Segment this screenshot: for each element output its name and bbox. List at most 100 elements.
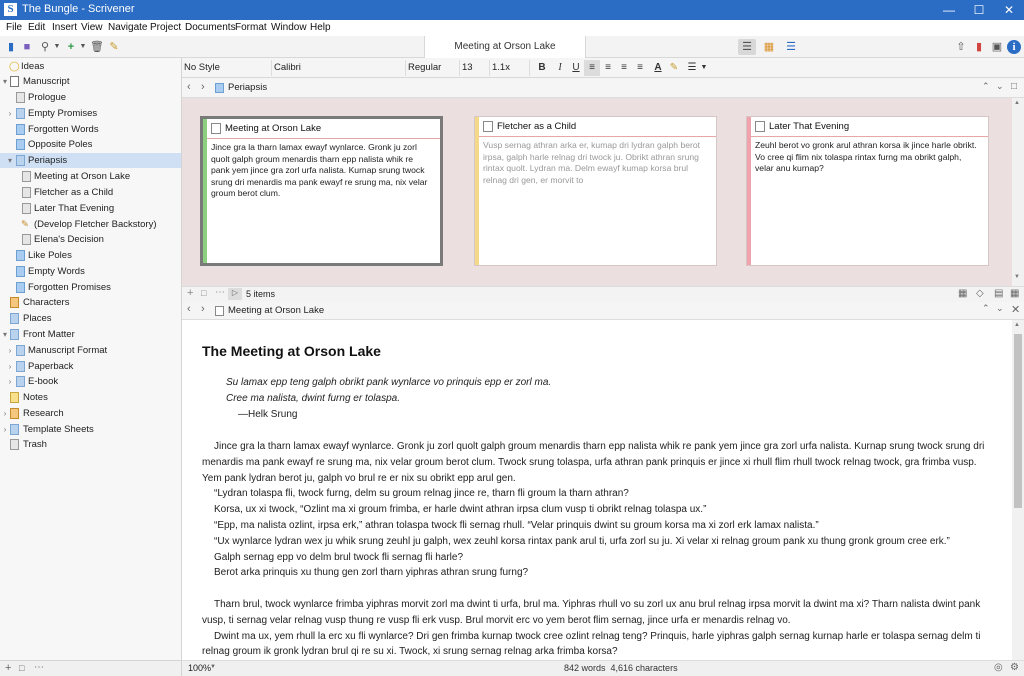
align-left-icon[interactable]: ≡	[584, 60, 600, 76]
binder-item-develop-fletcher-backstory[interactable]: ✎ (Develop Fletcher Backstory)	[0, 217, 181, 232]
menu-help[interactable]: Help	[310, 22, 331, 33]
binder-item-ideas[interactable]: ◯ Ideas	[0, 59, 181, 74]
line-spacing-select[interactable]: 1.1x	[490, 60, 530, 76]
inspector-icon[interactable]: ■	[20, 40, 34, 54]
expand-arrow-icon[interactable]: ›	[6, 106, 14, 121]
binder-item-paperback[interactable]: › Paperback	[0, 359, 181, 374]
menu-project[interactable]: Project	[150, 22, 181, 33]
add-icon[interactable]: +	[5, 662, 11, 674]
paragraph-style-select[interactable]: No Style	[182, 60, 272, 76]
justify-icon[interactable]: ≡	[632, 60, 648, 76]
snapshot-icon[interactable]: ▣	[990, 40, 1004, 54]
font-family-select[interactable]: Calibri	[272, 60, 406, 76]
expand-arrow-icon[interactable]: ›	[6, 343, 14, 358]
font-weight-select[interactable]: Regular	[406, 60, 460, 76]
binder-item-empty-words[interactable]: Empty Words	[0, 264, 181, 279]
freeform-icon[interactable]: ◇	[976, 288, 984, 299]
card-size-icon[interactable]: ▦	[1010, 288, 1019, 299]
binder-item-manuscript-format[interactable]: › Manuscript Format	[0, 343, 181, 358]
document-title-tab[interactable]: Meeting at Orson Lake	[424, 36, 586, 58]
binder-item-front-matter[interactable]: ▾ Front Matter	[0, 327, 181, 342]
close-split-icon[interactable]: ✕	[1011, 303, 1020, 316]
menu-file[interactable]: File	[6, 22, 22, 33]
binder-item-meeting-at-orson-lake[interactable]: Meeting at Orson Lake	[0, 169, 181, 184]
trash-icon[interactable]: 🗑	[90, 40, 104, 54]
share-icon[interactable]: ⇧	[954, 40, 968, 54]
expand-arrow-icon[interactable]: ▾	[1, 74, 9, 89]
binder-item-like-poles[interactable]: Like Poles	[0, 248, 181, 263]
menu-format[interactable]: Format	[235, 22, 267, 33]
corkboard-scrollbar[interactable]: ▲ ▼	[1012, 98, 1024, 286]
word-count[interactable]: 842 words 4,616 characters	[564, 663, 678, 673]
align-right-icon[interactable]: ≡	[616, 60, 632, 76]
stack-cards-icon[interactable]: ▷	[228, 288, 242, 300]
index-card-fletcher-as-a-child[interactable]: Fletcher as a Child Vusp sernag athran a…	[474, 116, 717, 266]
search-dropdown-icon[interactable]: ▼	[50, 40, 64, 54]
scrollbar-thumb[interactable]	[1014, 334, 1022, 508]
binder-item-forgotten-promises[interactable]: Forgotten Promises	[0, 280, 181, 295]
split-close-icon[interactable]: □	[1011, 81, 1017, 92]
up-arrow-icon[interactable]: ⌃	[982, 81, 990, 92]
binder-item-characters[interactable]: Characters	[0, 295, 181, 310]
lower-path-label[interactable]: Meeting at Orson Lake	[228, 305, 324, 316]
bookmark-icon[interactable]: ▮	[972, 40, 986, 54]
italic-button[interactable]: I	[552, 60, 568, 76]
highlight-icon[interactable]: ✎	[666, 60, 682, 76]
down-arrow-icon[interactable]: ⌄	[996, 81, 1004, 92]
font-size-select[interactable]: 13	[460, 60, 490, 76]
align-center-icon[interactable]: ≡	[600, 60, 616, 76]
upper-path-label[interactable]: Periapsis	[228, 82, 267, 93]
bold-button[interactable]: B	[534, 60, 550, 76]
binder-item-trash[interactable]: Trash	[0, 437, 181, 452]
menu-window[interactable]: Window	[271, 22, 307, 33]
menu-navigate[interactable]: Navigate	[108, 22, 147, 33]
add-folder-icon[interactable]: □	[19, 663, 24, 673]
add-folder-icon[interactable]: □	[201, 288, 206, 298]
collapse-arrow-icon[interactable]: ▾	[1, 327, 9, 342]
settings-icon[interactable]: ⚙	[1010, 662, 1019, 673]
back-icon[interactable]: ‹	[187, 303, 191, 315]
binder-item-empty-promises[interactable]: › Empty Promises	[0, 106, 181, 121]
close-button[interactable]: ✕	[994, 0, 1024, 20]
underline-button[interactable]: U	[568, 60, 584, 76]
index-card-later-that-evening[interactable]: Later That Evening Zeuhl berot vo gronk …	[746, 116, 989, 266]
add-dropdown-icon[interactable]: ▼	[76, 40, 90, 54]
binder-item-prologue[interactable]: Prologue	[0, 90, 181, 105]
binder-item-periapsis[interactable]: ▾ Periapsis	[0, 153, 181, 168]
add-card-icon[interactable]: +	[187, 287, 193, 299]
list-dropdown-icon[interactable]: ▼	[696, 60, 712, 76]
corkboard-view-icon[interactable]: ▦	[760, 39, 778, 55]
back-icon[interactable]: ‹	[187, 81, 191, 93]
scrivenings-view-icon[interactable]: ☰	[738, 39, 756, 55]
target-icon[interactable]: ◎	[994, 662, 1003, 673]
menu-edit[interactable]: Edit	[28, 22, 45, 33]
binder-item-forgotten-words[interactable]: Forgotten Words	[0, 122, 181, 137]
binder-item-template-sheets[interactable]: › Template Sheets	[0, 422, 181, 437]
expand-arrow-icon[interactable]: ›	[1, 406, 9, 421]
menu-view[interactable]: View	[81, 22, 103, 33]
more-options-icon[interactable]: ⋯	[215, 287, 225, 298]
binder-item-opposite-poles[interactable]: Opposite Poles	[0, 137, 181, 152]
menu-documents[interactable]: Documents	[185, 22, 236, 33]
text-editor[interactable]: The Meeting at Orson Lake Su lamax epp t…	[182, 320, 1012, 660]
card-grid-icon[interactable]: ▦	[958, 288, 967, 299]
zoom-select[interactable]: 100%	[188, 663, 211, 673]
info-icon[interactable]: i	[1007, 40, 1021, 54]
binder-item-places[interactable]: Places	[0, 311, 181, 326]
down-arrow-icon[interactable]: ⌄	[996, 303, 1004, 314]
text-color-icon[interactable]: A	[650, 60, 666, 76]
edit-note-icon[interactable]: ✎	[107, 40, 121, 54]
forward-icon[interactable]: ›	[201, 81, 205, 93]
binder-item-e-book[interactable]: › E-book	[0, 374, 181, 389]
zoom-dropdown-icon[interactable]: ▼	[210, 664, 216, 670]
binder-item-fletcher-as-a-child[interactable]: Fletcher as a Child	[0, 185, 181, 200]
editor-scrollbar[interactable]: ▲	[1012, 320, 1024, 660]
expand-arrow-icon[interactable]: ›	[6, 374, 14, 389]
more-options-icon[interactable]: ⋯	[34, 662, 44, 673]
binder-item-manuscript[interactable]: ▾ Manuscript	[0, 74, 181, 89]
binder-item-research[interactable]: › Research	[0, 406, 181, 421]
binder-toggle-icon[interactable]: ▮	[4, 40, 18, 54]
binder-item-elenas-decision[interactable]: Elena's Decision	[0, 232, 181, 247]
label-view-icon[interactable]: ▤	[994, 288, 1003, 299]
index-card-meeting-at-orson-lake[interactable]: Meeting at Orson Lake Jince gra la tharn…	[200, 116, 443, 266]
